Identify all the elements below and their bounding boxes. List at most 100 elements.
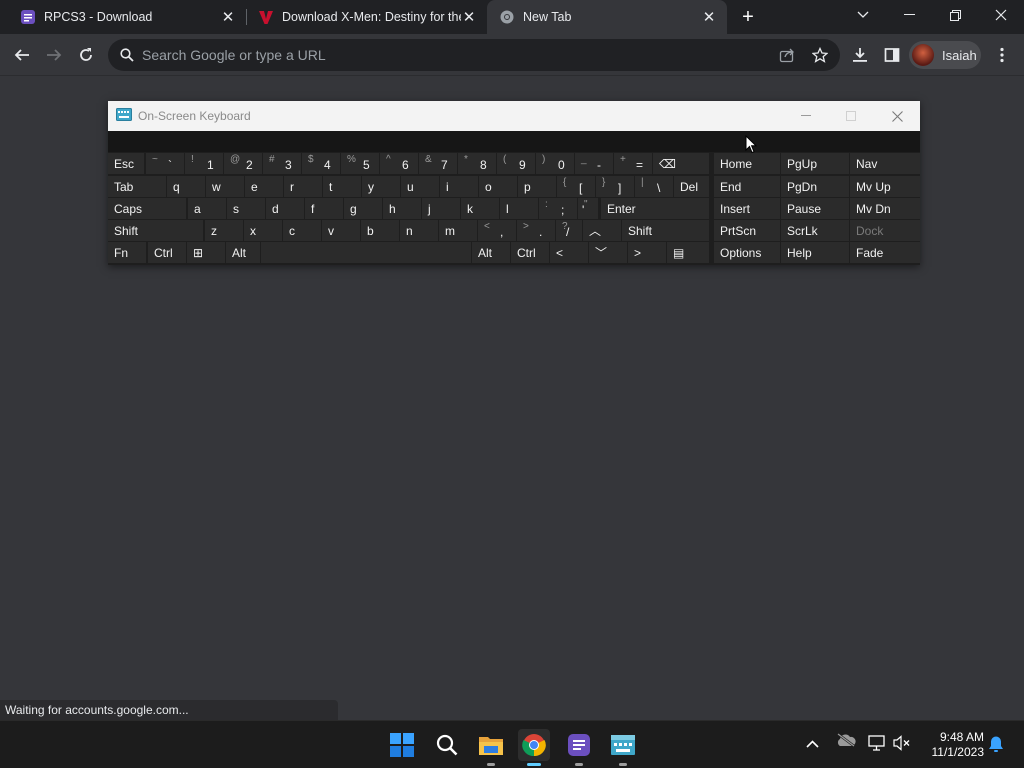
key-2[interactable]: @2 bbox=[224, 153, 262, 174]
network-icon[interactable] bbox=[868, 735, 886, 754]
key-g[interactable]: g bbox=[344, 198, 382, 219]
osk-minimize-button[interactable] bbox=[791, 105, 821, 127]
bookmark-star-icon[interactable] bbox=[811, 46, 829, 68]
key-fn[interactable]: Fn bbox=[108, 242, 146, 263]
key-prtscn[interactable]: PrtScn bbox=[714, 220, 780, 241]
on-screen-keyboard-taskbar-icon[interactable] bbox=[607, 729, 639, 766]
key-tab[interactable]: Tab bbox=[108, 176, 166, 197]
key-8[interactable]: * 8 bbox=[458, 153, 496, 174]
osk-close-button[interactable] bbox=[882, 105, 912, 127]
osk-title-bar[interactable]: On-Screen Keyboard bbox=[108, 101, 920, 131]
key-j[interactable]: j bbox=[422, 198, 460, 219]
key-pgup[interactable]: PgUp bbox=[781, 153, 849, 174]
key-help[interactable]: Help bbox=[781, 242, 849, 263]
tab-close-icon[interactable]: ✕ bbox=[701, 9, 717, 26]
key-windows[interactable]: ⊞ bbox=[187, 242, 225, 263]
key-caps[interactable]: Caps bbox=[108, 198, 186, 219]
key-w[interactable]: w bbox=[206, 176, 244, 197]
key-k[interactable]: k bbox=[461, 198, 499, 219]
file-explorer-icon[interactable] bbox=[475, 729, 507, 766]
key-i[interactable]: i bbox=[440, 176, 478, 197]
forward-arrow-icon[interactable] bbox=[42, 43, 66, 67]
key-enter[interactable]: Enter bbox=[601, 198, 709, 219]
rpcs3-icon[interactable] bbox=[563, 729, 595, 766]
key-c[interactable]: c bbox=[283, 220, 321, 241]
key-mv-dn[interactable]: Mv Dn bbox=[850, 198, 920, 219]
key-shift-right[interactable]: Shift bbox=[622, 220, 709, 241]
system-clock[interactable]: 9:48 AM 11/1/2023 bbox=[918, 730, 985, 760]
key-pgdn[interactable]: PgDn bbox=[781, 176, 849, 197]
key-minus[interactable]: _ - bbox=[575, 153, 613, 174]
key-nav[interactable]: Nav bbox=[850, 153, 920, 174]
omnibox[interactable] bbox=[108, 39, 840, 71]
back-arrow-icon[interactable] bbox=[10, 43, 34, 67]
key-p[interactable]: p bbox=[518, 176, 556, 197]
key-r[interactable]: r bbox=[284, 176, 322, 197]
key-pause[interactable]: Pause bbox=[781, 198, 849, 219]
key-del[interactable]: Del bbox=[674, 176, 709, 197]
notification-bell-icon[interactable] bbox=[988, 735, 1004, 756]
key-alt-right[interactable]: Alt bbox=[472, 242, 510, 263]
tab-close-icon[interactable]: ✕ bbox=[220, 9, 236, 26]
key-tilde[interactable]: ~ ` bbox=[146, 153, 184, 174]
onedrive-offline-icon[interactable] bbox=[836, 733, 856, 750]
tab-new-tab[interactable]: New Tab ✕ bbox=[487, 0, 727, 34]
more-menu-icon[interactable] bbox=[990, 43, 1014, 67]
search-icon[interactable] bbox=[431, 729, 463, 761]
key-7[interactable]: & 7 bbox=[419, 153, 457, 174]
key-x[interactable]: x bbox=[244, 220, 282, 241]
tray-overflow-chevron-icon[interactable] bbox=[806, 735, 819, 751]
key-quote[interactable]: " ' bbox=[578, 198, 598, 219]
key-scrlk[interactable]: ScrLk bbox=[781, 220, 849, 241]
key-t[interactable]: t bbox=[323, 176, 361, 197]
key-y[interactable]: y bbox=[362, 176, 400, 197]
key-s[interactable]: s bbox=[227, 198, 265, 219]
chrome-icon[interactable] bbox=[518, 729, 550, 766]
key-slash[interactable]: ? / bbox=[556, 220, 582, 241]
key-mv-up[interactable]: Mv Up bbox=[850, 176, 920, 197]
key-1[interactable]: ! 1 bbox=[185, 153, 223, 174]
key-l[interactable]: l bbox=[500, 198, 538, 219]
key-right-arrow[interactable]: > bbox=[628, 242, 666, 263]
key-backslash[interactable]: | \ bbox=[635, 176, 673, 197]
profile-button[interactable]: Isaiah bbox=[909, 41, 981, 69]
key-comma[interactable]: <, bbox=[478, 220, 516, 241]
key-period[interactable]: >. bbox=[517, 220, 555, 241]
key-open-bracket[interactable]: {[ bbox=[557, 176, 595, 197]
key-h[interactable]: h bbox=[383, 198, 421, 219]
key-u[interactable]: u bbox=[401, 176, 439, 197]
key-o[interactable]: o bbox=[479, 176, 517, 197]
side-panel-icon[interactable] bbox=[880, 43, 904, 67]
key-shift-left[interactable]: Shift bbox=[108, 220, 203, 241]
restore-button[interactable] bbox=[932, 0, 978, 30]
tab-search-dropdown-icon[interactable] bbox=[840, 0, 886, 30]
key-n[interactable]: n bbox=[400, 220, 438, 241]
key-up-arrow[interactable]: ︿ bbox=[583, 220, 621, 241]
key-ctrl-left[interactable]: Ctrl bbox=[148, 242, 186, 263]
key-space[interactable] bbox=[261, 242, 471, 263]
key-5[interactable]: % 5 bbox=[341, 153, 379, 174]
key-fade[interactable]: Fade bbox=[850, 242, 920, 263]
key-q[interactable]: q bbox=[167, 176, 205, 197]
key-4[interactable]: $4 bbox=[302, 153, 340, 174]
close-window-button[interactable] bbox=[978, 0, 1024, 30]
key-semicolon[interactable]: :; bbox=[539, 198, 577, 219]
key-close-bracket[interactable]: }] bbox=[596, 176, 634, 197]
tab-rpcs3[interactable]: RPCS3 - Download ✕ bbox=[0, 0, 246, 34]
key-menu[interactable]: ▤ bbox=[667, 242, 709, 263]
key-equals[interactable]: + = bbox=[614, 153, 652, 174]
key-insert[interactable]: Insert bbox=[714, 198, 780, 219]
key-esc[interactable]: Esc bbox=[108, 153, 144, 174]
key-e[interactable]: e bbox=[245, 176, 283, 197]
new-tab-button[interactable]: + bbox=[737, 6, 759, 28]
key-9[interactable]: (9 bbox=[497, 153, 535, 174]
key-alt-left[interactable]: Alt bbox=[226, 242, 260, 263]
key-b[interactable]: b bbox=[361, 220, 399, 241]
key-a[interactable]: a bbox=[188, 198, 226, 219]
key-left-arrow[interactable]: < bbox=[550, 242, 588, 263]
key-ctrl-right[interactable]: Ctrl bbox=[511, 242, 549, 263]
key-f[interactable]: f bbox=[305, 198, 343, 219]
minimize-button[interactable] bbox=[886, 0, 932, 30]
key-v[interactable]: v bbox=[322, 220, 360, 241]
key-dock[interactable]: Dock bbox=[850, 220, 920, 241]
